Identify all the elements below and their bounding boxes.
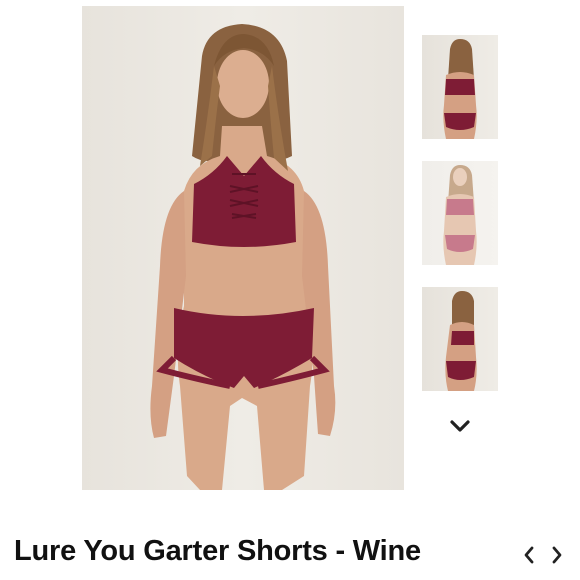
model-front-faded-thumbnail	[443, 165, 477, 265]
chevron-right-icon	[550, 545, 564, 565]
model-back-thumbnail	[443, 39, 477, 139]
chevron-left-icon	[522, 545, 536, 565]
next-product-button[interactable]	[548, 542, 566, 568]
thumbnail-side-view[interactable]	[422, 287, 498, 391]
main-product-image[interactable]	[82, 6, 404, 490]
thumbnails-scroll-down-button[interactable]	[446, 414, 474, 438]
model-front-illustration	[150, 24, 336, 490]
previous-product-button[interactable]	[520, 542, 538, 568]
chevron-down-icon	[449, 419, 471, 433]
model-side-thumbnail	[445, 291, 477, 391]
thumbnail-back-view[interactable]	[422, 35, 498, 139]
product-title: Lure You Garter Shorts - Wine	[14, 535, 421, 567]
thumbnail-front-faded-view[interactable]	[422, 161, 498, 265]
